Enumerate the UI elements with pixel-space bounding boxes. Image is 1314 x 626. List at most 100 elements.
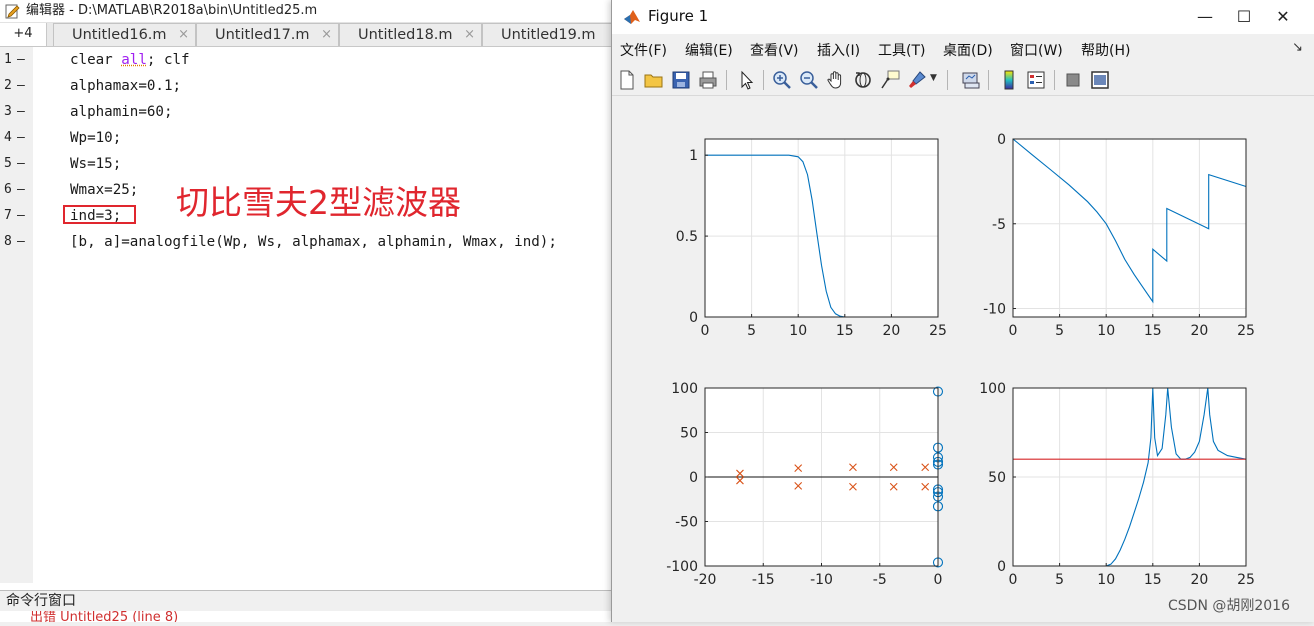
figure-title-bar: Figure 1 — ☐ ✕ — [612, 0, 1314, 34]
editor-app-icon — [5, 4, 20, 19]
code-area[interactable]: clear all; clf alphamax=0.1; alphamin=60… — [33, 47, 614, 583]
dock-arrow-icon[interactable]: ↘ — [1292, 40, 1303, 55]
editor-title-bar: 编辑器 - D:\MATLAB\R2018a\bin\Untitled25.m — [0, 0, 614, 23]
line-number: 2— — [4, 78, 25, 93]
line-number: 7— — [4, 208, 25, 223]
code-line-4[interactable]: Wp=10; — [70, 125, 121, 151]
brush-icon[interactable] — [906, 69, 928, 91]
figure-window: Figure 1 — ☐ ✕ 文件(F) 编辑(E) 查看(V) 插入(I) 工… — [611, 0, 1314, 622]
line-number: 5— — [4, 156, 25, 171]
toolbar-separator — [988, 70, 989, 90]
tab-overflow-button[interactable]: +4 — [0, 23, 47, 46]
y-tick-label: 1 — [689, 148, 698, 164]
link-plot-icon[interactable] — [960, 69, 982, 91]
x-tick-label: 25 — [1237, 572, 1255, 588]
y-tick-label: -50 — [675, 515, 698, 531]
y-tick-label: 0 — [689, 470, 698, 486]
tab-label: Untitled17.m — [215, 27, 310, 43]
x-tick-label: -15 — [752, 572, 775, 588]
y-tick-label: -100 — [666, 559, 698, 575]
x-tick-label: -5 — [873, 572, 887, 588]
zoom-in-icon[interactable] — [771, 69, 793, 91]
y-tick-label: 100 — [979, 381, 1006, 397]
menu-edit[interactable]: 编辑(E) — [685, 40, 733, 60]
menu-tools[interactable]: 工具(T) — [878, 40, 925, 60]
hide-plot-tools-icon[interactable] — [1062, 69, 1084, 91]
x-tick-label: 10 — [1097, 323, 1115, 339]
minimize-button[interactable]: — — [1185, 4, 1225, 30]
menu-help[interactable]: 帮助(H) — [1081, 40, 1130, 60]
menu-desktop[interactable]: 桌面(D) — [943, 40, 993, 60]
rotate-3d-icon[interactable] — [852, 69, 874, 91]
line-number: 8— — [4, 234, 25, 249]
x-tick-label: 0 — [1009, 572, 1018, 588]
y-tick-label: 0 — [997, 132, 1006, 148]
toolbar-separator — [1054, 70, 1055, 90]
axes-background — [705, 139, 938, 317]
x-tick-label: 0 — [934, 572, 943, 588]
menu-file[interactable]: 文件(F) — [620, 40, 667, 60]
colorbar-icon[interactable] — [998, 69, 1020, 91]
new-file-icon[interactable] — [616, 69, 638, 91]
x-tick-label: 10 — [789, 323, 807, 339]
code-line-3[interactable]: alphamin=60; — [70, 99, 173, 125]
tab-label: Untitled19.m — [501, 27, 596, 43]
axes-background — [1013, 139, 1246, 317]
tab-untitled18[interactable]: Untitled18.m × — [339, 23, 482, 46]
save-icon[interactable] — [670, 69, 692, 91]
tab-untitled17[interactable]: Untitled17.m × — [196, 23, 339, 46]
brush-dropdown-icon[interactable]: ▼ — [930, 73, 937, 83]
pan-hand-icon[interactable] — [825, 69, 847, 91]
command-output: 出错 Untitled25 (line 8) — [0, 611, 614, 622]
figure-toolbar: ▼ — [612, 65, 1314, 96]
y-tick-label: 50 — [680, 426, 698, 442]
toolbar-separator — [947, 70, 948, 90]
close-icon[interactable]: × — [464, 24, 475, 46]
matlab-logo-icon — [624, 10, 640, 24]
code-line-1[interactable]: clear all; clf — [70, 47, 190, 73]
watermark: CSDN @胡刚2016 — [1168, 598, 1290, 614]
y-tick-label: 0.5 — [676, 229, 698, 245]
x-tick-label: 20 — [1190, 572, 1208, 588]
x-tick-label: 20 — [1190, 323, 1208, 339]
line-number: 6— — [4, 182, 25, 197]
x-tick-label: 5 — [1055, 323, 1064, 339]
toolbar-separator — [726, 70, 727, 90]
editor-window: 编辑器 - D:\MATLAB\R2018a\bin\Untitled25.m … — [0, 0, 614, 622]
figure-canvas[interactable]: 0 5 10 15 20 25 0 0.5 1 0 5 10 15 20 25 -10 -5 0 -20 -15 -10… — [612, 96, 1314, 622]
code-line-2[interactable]: alphamax=0.1; — [70, 73, 181, 99]
y-tick-label: -10 — [983, 302, 1006, 318]
editor-title: 编辑器 - D:\MATLAB\R2018a\bin\Untitled25.m — [26, 3, 318, 18]
legend-icon[interactable] — [1025, 69, 1047, 91]
code-line-8[interactable]: [b, a]=analogfile(Wp, Ws, alphamax, alph… — [70, 229, 557, 255]
show-plot-tools-icon[interactable] — [1089, 69, 1111, 91]
menu-window[interactable]: 窗口(W) — [1010, 40, 1063, 60]
tab-label: Untitled18.m — [358, 27, 453, 43]
line-number: 1— — [4, 52, 25, 67]
select-arrow-icon[interactable] — [735, 69, 757, 91]
figure-menu-bar: 文件(F) 编辑(E) 查看(V) 插入(I) 工具(T) 桌面(D) 窗口(W… — [612, 38, 1314, 62]
error-line: 出错 Untitled25 (line 8) — [30, 611, 179, 622]
code-line-6[interactable]: Wmax=25; — [70, 177, 138, 203]
code-line-5[interactable]: Ws=15; — [70, 151, 121, 177]
menu-view[interactable]: 查看(V) — [750, 40, 799, 60]
tab-label: Untitled16.m — [72, 27, 167, 43]
x-tick-label: 15 — [1144, 572, 1162, 588]
open-folder-icon[interactable] — [643, 69, 665, 91]
close-button[interactable]: ✕ — [1263, 4, 1303, 30]
data-cursor-icon[interactable] — [879, 69, 901, 91]
x-tick-label: 5 — [1055, 572, 1064, 588]
x-tick-label: -10 — [810, 572, 833, 588]
tab-untitled19[interactable]: Untitled19.m — [482, 23, 614, 46]
x-tick-label: 0 — [1009, 323, 1018, 339]
tab-untitled16[interactable]: Untitled16.m × — [53, 23, 196, 46]
x-tick-label: 15 — [836, 323, 854, 339]
zoom-out-icon[interactable] — [798, 69, 820, 91]
x-tick-label: 25 — [929, 323, 947, 339]
close-icon[interactable]: × — [321, 24, 332, 46]
command-window[interactable]: 命令行窗口 出错 Untitled25 (line 8) — [0, 590, 614, 622]
menu-insert[interactable]: 插入(I) — [817, 40, 860, 60]
print-icon[interactable] — [697, 69, 719, 91]
maximize-button[interactable]: ☐ — [1224, 4, 1264, 30]
close-icon[interactable]: × — [178, 24, 189, 46]
